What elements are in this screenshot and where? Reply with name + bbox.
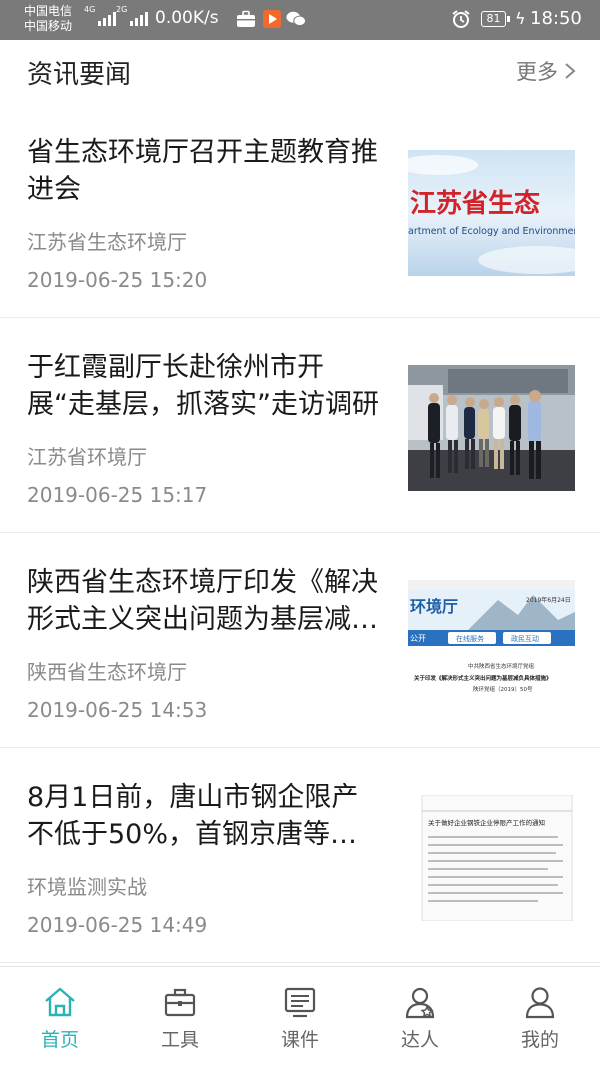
news-source: 江苏省环境厅: [27, 445, 147, 469]
status-bar: 中国电信 中国移动 4G 2G 0.00K/s 81 ϟ 18:50: [0, 0, 600, 40]
news-item[interactable]: 陕西省生态环境厅印发《解决形式主义突出问题为基层减负具体措施》 陕西省生态环境厅…: [0, 534, 600, 748]
carrier-2: 中国移动: [24, 19, 73, 33]
profile-icon: [525, 987, 555, 1019]
video-app-icon: [263, 10, 281, 28]
bottom-tab-bar: 首页 工具 课件 达人 我的: [0, 966, 600, 1068]
tab-home[interactable]: 首页: [0, 967, 120, 1067]
news-thumbnail[interactable]: 环境厅 2019年6月24日 公开 在线服务 政民互动 中共陕西省生态环境厅党组…: [408, 580, 575, 706]
wechat-icon: [286, 11, 306, 26]
thumb-text: 在线服务: [456, 634, 484, 643]
thumb-text: 江苏省生态: [410, 188, 540, 219]
tab-courseware[interactable]: 课件: [240, 967, 360, 1067]
thumb-text: 关于做好企业钢铁企业停限产工作的通知: [428, 818, 545, 827]
news-title[interactable]: 陕西省生态环境厅印发《解决形式主义突出问题为基层减负具体措施》: [27, 564, 382, 638]
thumb-text: 政民互动: [511, 634, 539, 643]
news-thumbnail[interactable]: [408, 365, 575, 491]
news-thumbnail[interactable]: 江苏省生态 artment of Ecology and Environmen: [408, 150, 575, 276]
alarm-icon: [452, 10, 470, 28]
news-title[interactable]: 8月1日前，唐山市钢企限产不低于50%，首钢京唐等企业限产: [27, 779, 382, 853]
more-label: 更多: [516, 60, 558, 84]
network-type-4g: 4G: [84, 5, 96, 14]
section-header: 资讯要闻 更多: [0, 40, 600, 100]
thumb-text: 陕环党组〔2019〕50号: [473, 685, 533, 693]
expert-icon: [405, 987, 435, 1019]
section-title: 资讯要闻: [27, 60, 132, 90]
carrier-names: 中国电信 中国移动: [24, 4, 72, 34]
more-link[interactable]: 更多: [516, 56, 576, 86]
news-item[interactable]: 于红霞副厅长赴徐州市开展“走基层，抓落实”走访调研 江苏省环境厅 2019-06…: [0, 319, 600, 533]
news-title[interactable]: 于红霞副厅长赴徐州市开展“走基层，抓落实”走访调研: [27, 349, 382, 423]
thumb-text: artment of Ecology and Environmen: [408, 226, 575, 237]
news-title[interactable]: 省生态环境厅召开主题教育推进会: [27, 134, 382, 208]
tab-label: 我的: [520, 1029, 559, 1051]
clock: 18:50: [530, 8, 582, 29]
news-thumbnail[interactable]: 关于做好企业钢铁企业停限产工作的通知: [408, 795, 575, 921]
tab-tools[interactable]: 工具: [120, 967, 240, 1067]
thumb-text: 环境厅: [410, 597, 458, 616]
thumb-text: 2019年6月24日: [526, 596, 571, 604]
tab-label: 工具: [160, 1029, 199, 1051]
battery-icon: 81: [481, 11, 510, 27]
carrier-1: 中国电信: [24, 4, 73, 18]
news-time: 2019-06-25 15:17: [27, 483, 208, 507]
news-source: 环境监测实战: [27, 875, 147, 899]
news-time: 2019-06-25 14:53: [27, 698, 208, 722]
news-source: 陕西省生态环境厅: [27, 660, 187, 684]
courseware-icon: [284, 987, 316, 1018]
news-source: 江苏省生态环境厅: [27, 230, 187, 254]
briefcase-icon: [237, 10, 255, 27]
signal-icon: 4G: [84, 5, 116, 26]
tab-mine[interactable]: 我的: [480, 967, 600, 1067]
tab-label: 达人: [400, 1029, 439, 1051]
signal-icon: 2G: [116, 5, 148, 26]
thumb-text: 公开: [410, 634, 426, 643]
news-item[interactable]: 8月1日前，唐山市钢企限产不低于50%，首钢京唐等企业限产 环境监测实战 201…: [0, 749, 600, 963]
home-icon: [45, 987, 75, 1017]
news-time: 2019-06-25 15:20: [27, 268, 208, 292]
tab-label: 首页: [40, 1029, 79, 1051]
charging-icon: ϟ: [515, 9, 526, 28]
chevron-right-icon: [565, 63, 576, 79]
tab-experts[interactable]: 达人: [360, 967, 480, 1067]
network-type-2g: 2G: [116, 5, 128, 14]
toolbox-icon: [164, 988, 196, 1017]
thumb-text: 关于印发《解决形式主义突出问题为基层减负具体措施》: [414, 674, 552, 682]
network-speed: 0.00K/s: [155, 8, 219, 28]
news-item[interactable]: 省生态环境厅召开主题教育推进会 江苏省生态环境厅 2019-06-25 15:2…: [0, 104, 600, 318]
news-time: 2019-06-25 14:49: [27, 913, 208, 937]
thumb-text: 中共陕西省生态环境厅党组: [468, 662, 535, 670]
tab-label: 课件: [280, 1029, 319, 1051]
